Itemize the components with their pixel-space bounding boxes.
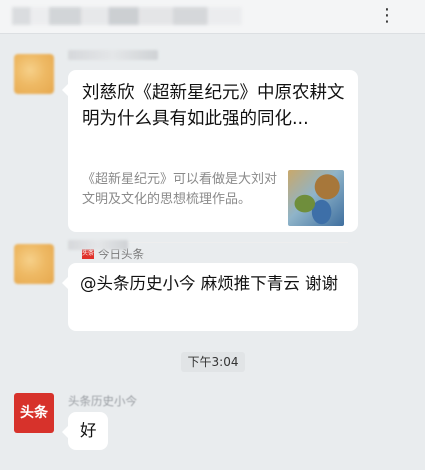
message-text: @头条历史小今 麻烦推下青云 谢谢 [80,274,338,293]
toutiao-logo-icon: 头条 [82,249,95,259]
reply-sender-name: 头条历史小今 [68,394,137,408]
chat-title-blurred [12,7,242,25]
reply-message[interactable]: 好 [62,412,108,450]
text-message[interactable]: @头条历史小今 麻烦推下青云 谢谢 [62,263,358,331]
message-timestamp: 下午3:04 [181,352,245,372]
sender-name-blurred [68,50,158,60]
chat-message-list[interactable]: 刘慈欣《超新星纪元》中原农耕文明为什么具有如此强的同化... 《超新星纪元》可以… [0,34,425,470]
sender-avatar[interactable] [14,244,54,284]
link-card-thumbnail [288,170,344,226]
sender-name-blurred [68,240,128,250]
reply-message-text: 好 [80,421,97,440]
link-card-title: 刘慈欣《超新星纪元》中原农耕文明为什么具有如此强的同化... [82,83,345,129]
toutiao-avatar[interactable]: 头条 [14,393,54,433]
sender-avatar[interactable] [14,54,54,94]
chat-header: ⋮ [0,0,425,34]
more-options-icon[interactable]: ⋮ [375,6,399,26]
link-card-message[interactable]: 刘慈欣《超新星纪元》中原农耕文明为什么具有如此强的同化... 《超新星纪元》可以… [62,70,358,261]
link-card-description: 《超新星纪元》可以看做是大刘对文明及文化的思想梳理作品。 [82,172,278,207]
